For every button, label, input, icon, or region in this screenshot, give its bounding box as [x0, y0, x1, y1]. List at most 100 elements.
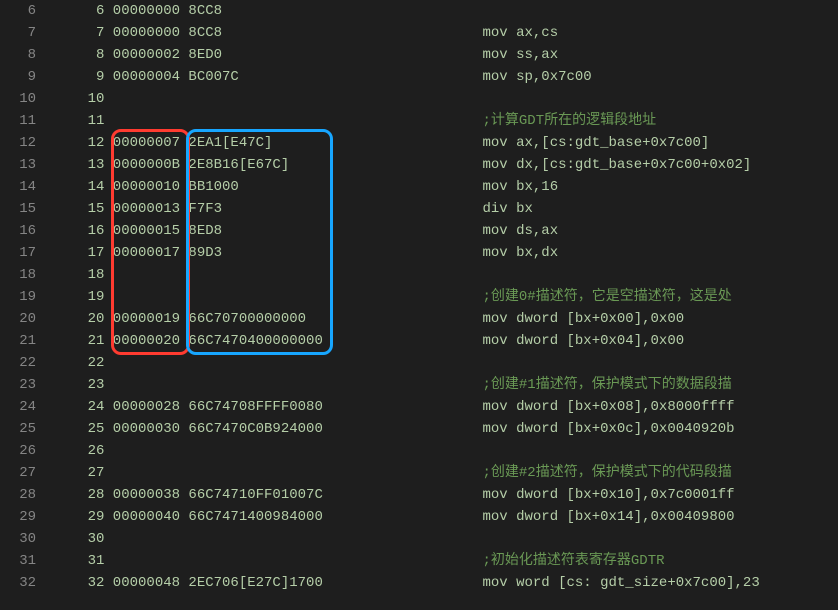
code-line[interactable]: 14 00000010 BB1000 mov bx,16 [54, 176, 838, 198]
left-column: 14 00000010 BB1000 [54, 179, 482, 195]
code-line[interactable]: 10 [54, 88, 838, 110]
code-line[interactable]: 9 00000004 BC007C mov sp,0x7c00 [54, 66, 838, 88]
line-number: 19 [10, 286, 36, 308]
code-line[interactable]: 13 0000000B 2E8B16[E67C] mov dx,[cs:gdt_… [54, 154, 838, 176]
comment: ;创建#2描述符，保护模式下的代码段描 [482, 465, 731, 481]
code-line[interactable]: 18 [54, 264, 838, 286]
code-line[interactable]: 15 00000013 F7F3 div bx [54, 198, 838, 220]
line-number: 28 [10, 484, 36, 506]
line-number: 31 [10, 550, 36, 572]
left-column: 10 [54, 91, 482, 107]
left-column: 8 00000002 8ED0 [54, 47, 482, 63]
left-column: 19 [54, 289, 482, 305]
line-number: 29 [10, 506, 36, 528]
code-line[interactable]: 24 00000028 66C74708FFFF0080 mov dword [… [54, 396, 838, 418]
code-line[interactable]: 7 00000000 8CC8 mov ax,cs [54, 22, 838, 44]
instruction: mov sp,0x7c00 [482, 69, 591, 85]
code-area[interactable]: 6 00000000 8CC8 7 00000000 8CC8 mov ax,c… [54, 0, 838, 610]
left-column: 7 00000000 8CC8 [54, 25, 482, 41]
left-column: 20 00000019 66C70700000000 [54, 311, 482, 327]
line-number: 10 [10, 88, 36, 110]
line-number: 14 [10, 176, 36, 198]
instruction: mov dx,[cs:gdt_base+0x7c00+0x02] [482, 157, 751, 173]
instruction: mov ax,cs [482, 25, 558, 41]
code-line[interactable]: 8 00000002 8ED0 mov ss,ax [54, 44, 838, 66]
left-column: 9 00000004 BC007C [54, 69, 482, 85]
instruction: mov dword [bx+0x00],0x00 [482, 311, 684, 327]
instruction: mov dword [bx+0x08],0x8000ffff [482, 399, 734, 415]
code-line[interactable]: 27 ;创建#2描述符，保护模式下的代码段描 [54, 462, 838, 484]
left-column: 12 00000007 2EA1[E47C] [54, 135, 482, 151]
code-line[interactable]: 32 00000048 2EC706[E27C]1700 mov word [c… [54, 572, 838, 594]
line-number: 13 [10, 154, 36, 176]
line-number: 27 [10, 462, 36, 484]
line-number: 22 [10, 352, 36, 374]
left-column: 28 00000038 66C74710FF01007C [54, 487, 482, 503]
left-column: 26 [54, 443, 482, 459]
left-column: 30 [54, 531, 482, 547]
code-line[interactable]: 11 ;计算GDT所在的逻辑段地址 [54, 110, 838, 132]
code-line[interactable]: 19 ;创建0#描述符，它是空描述符，这是处 [54, 286, 838, 308]
left-column: 13 0000000B 2E8B16[E67C] [54, 157, 482, 173]
line-number: 12 [10, 132, 36, 154]
left-column: 22 [54, 355, 482, 371]
left-column: 29 00000040 66C7471400984000 [54, 509, 482, 525]
code-line[interactable]: 23 ;创建#1描述符，保护模式下的数据段描 [54, 374, 838, 396]
code-line[interactable]: 17 00000017 89D3 mov bx,dx [54, 242, 838, 264]
code-line[interactable]: 31 ;初始化描述符表寄存器GDTR [54, 550, 838, 572]
left-column: 6 00000000 8CC8 [54, 3, 482, 19]
instruction: mov word [cs: gdt_size+0x7c00],23 [482, 575, 759, 591]
left-column: 27 [54, 465, 482, 481]
comment: ;初始化描述符表寄存器GDTR [482, 553, 664, 569]
instruction: mov dword [bx+0x10],0x7c0001ff [482, 487, 734, 503]
left-column: 31 [54, 553, 482, 569]
line-number: 17 [10, 242, 36, 264]
line-number: 6 [10, 0, 36, 22]
code-line[interactable]: 21 00000020 66C7470400000000 mov dword [… [54, 330, 838, 352]
left-column: 11 [54, 113, 482, 129]
instruction: mov bx,16 [482, 179, 558, 195]
instruction: mov ss,ax [482, 47, 558, 63]
code-line[interactable]: 6 00000000 8CC8 [54, 0, 838, 22]
line-number: 26 [10, 440, 36, 462]
line-number: 24 [10, 396, 36, 418]
line-number: 7 [10, 22, 36, 44]
line-number: 25 [10, 418, 36, 440]
instruction: div bx [482, 201, 532, 217]
line-number: 20 [10, 308, 36, 330]
code-line[interactable]: 20 00000019 66C70700000000 mov dword [bx… [54, 308, 838, 330]
code-editor[interactable]: 6789101112131415161718192021222324252627… [0, 0, 838, 610]
line-number: 23 [10, 374, 36, 396]
line-number: 16 [10, 220, 36, 242]
left-column: 24 00000028 66C74708FFFF0080 [54, 399, 482, 415]
code-line[interactable]: 12 00000007 2EA1[E47C] mov ax,[cs:gdt_ba… [54, 132, 838, 154]
line-number: 8 [10, 44, 36, 66]
code-line[interactable]: 25 00000030 66C7470C0B924000 mov dword [… [54, 418, 838, 440]
left-column: 32 00000048 2EC706[E27C]1700 [54, 575, 482, 591]
code-line[interactable]: 30 [54, 528, 838, 550]
left-column: 16 00000015 8ED8 [54, 223, 482, 239]
comment: ;创建0#描述符，它是空描述符，这是处 [482, 289, 731, 305]
instruction: mov dword [bx+0x14],0x00409800 [482, 509, 734, 525]
left-column: 25 00000030 66C7470C0B924000 [54, 421, 482, 437]
comment: ;计算GDT所在的逻辑段地址 [482, 113, 656, 129]
code-line[interactable]: 22 [54, 352, 838, 374]
line-number: 9 [10, 66, 36, 88]
line-number: 11 [10, 110, 36, 132]
left-column: 17 00000017 89D3 [54, 245, 482, 261]
left-column: 15 00000013 F7F3 [54, 201, 482, 217]
left-column: 18 [54, 267, 482, 283]
left-column: 23 [54, 377, 482, 393]
line-number: 15 [10, 198, 36, 220]
instruction: mov ax,[cs:gdt_base+0x7c00] [482, 135, 709, 151]
code-line[interactable]: 28 00000038 66C74710FF01007C mov dword [… [54, 484, 838, 506]
code-line[interactable]: 26 [54, 440, 838, 462]
line-number: 32 [10, 572, 36, 594]
code-line[interactable]: 16 00000015 8ED8 mov ds,ax [54, 220, 838, 242]
line-number: 18 [10, 264, 36, 286]
code-line[interactable]: 29 00000040 66C7471400984000 mov dword [… [54, 506, 838, 528]
instruction: mov ds,ax [482, 223, 558, 239]
line-number-gutter: 6789101112131415161718192021222324252627… [0, 0, 54, 610]
instruction: mov bx,dx [482, 245, 558, 261]
left-column: 21 00000020 66C7470400000000 [54, 333, 482, 349]
